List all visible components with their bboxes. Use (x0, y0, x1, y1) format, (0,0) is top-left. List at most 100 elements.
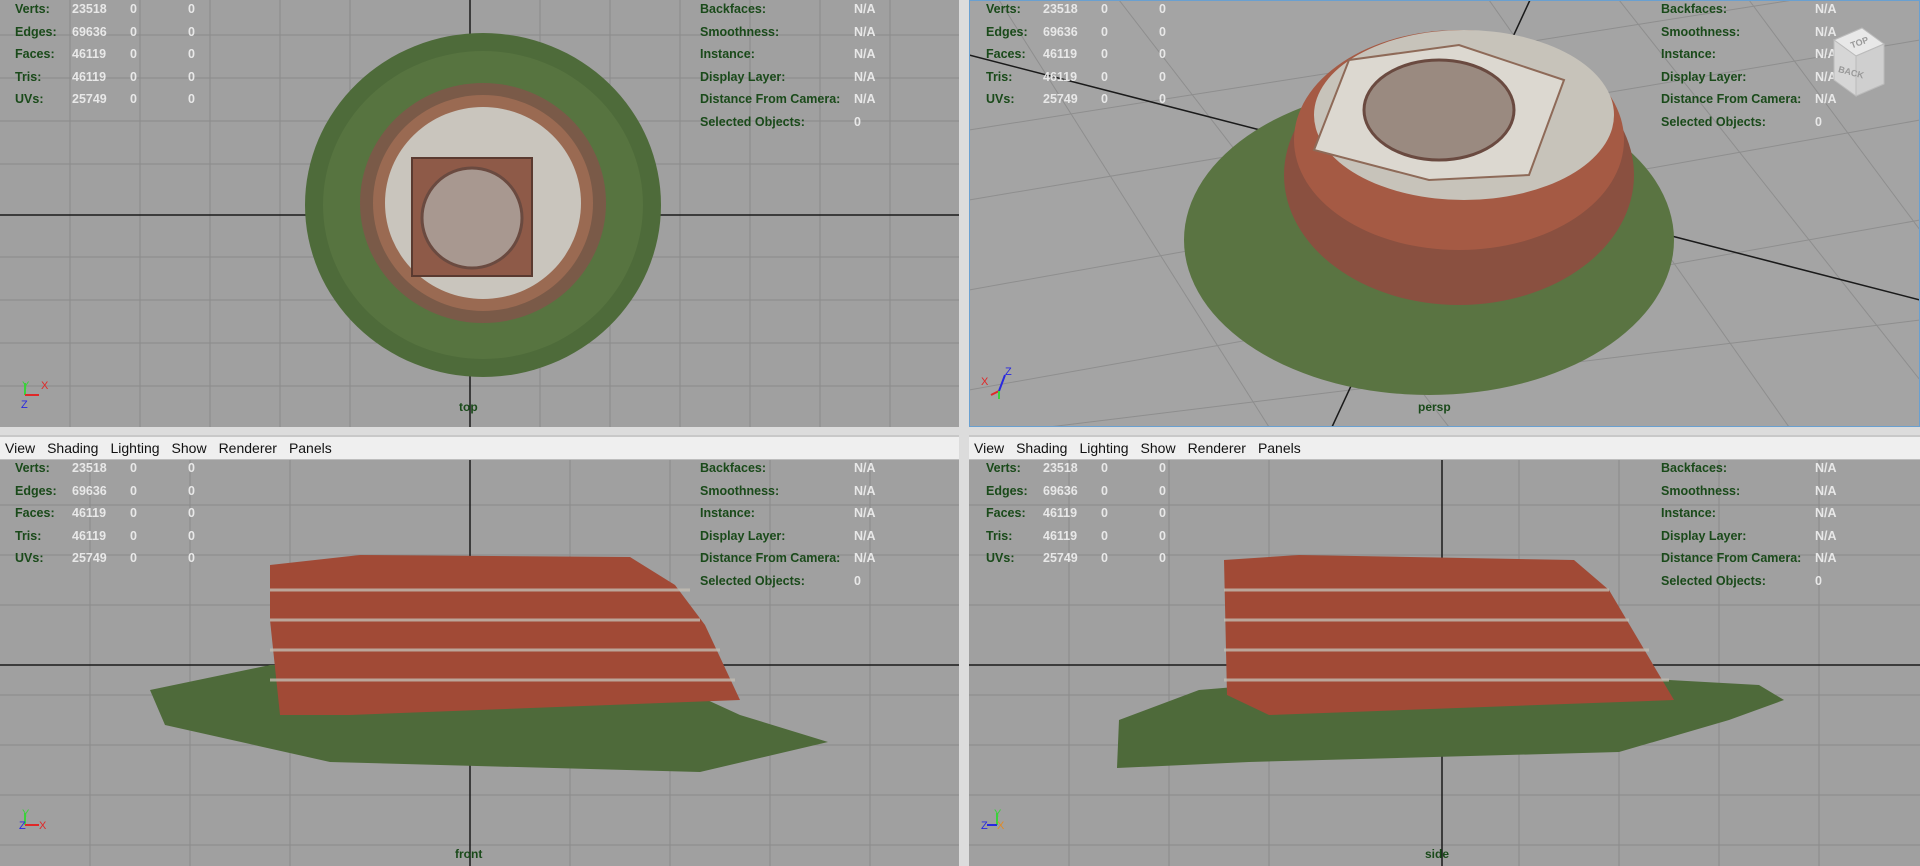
hud-info-row: Selected Objects: 0 (1661, 570, 1837, 593)
hud-info-front: Backfaces: N/A Smoothness: N/A Instance: N/A D… (700, 460, 876, 593)
hud-info-row: Backfaces: N/A (1661, 0, 1837, 21)
viewport-front[interactable]: Verts: 23518 0 0 Edges: 69636 0 0 Faces: 46119 0 0 T… (0, 460, 959, 866)
svg-text:X: X (981, 376, 989, 388)
hud-stat-row: Verts: 23518 0 0 (986, 0, 1189, 21)
camera-label-front: front (455, 847, 483, 861)
hud-stat-value: 0 (1101, 528, 1108, 543)
svg-text:Z: Z (19, 820, 26, 832)
hud-info-row: Selected Objects: 0 (700, 570, 876, 593)
hud-info-label: Selected Objects: (700, 114, 805, 129)
hud-stat-value: 69636 (1043, 483, 1078, 498)
hud-stat-value: 46119 (1043, 506, 1078, 521)
hud-stat-value: 0 (1159, 24, 1166, 39)
hud-stat-value: 25749 (72, 551, 107, 566)
hud-stat-value: 0 (1159, 551, 1166, 566)
hud-info-value: N/A (854, 528, 876, 543)
hud-stats-top: Verts: 23518 0 0 Edges: 69636 0 0 Faces: 46119 0 0 T… (15, 0, 218, 111)
hud-stat-value: 0 (1101, 551, 1108, 566)
hud-info-row: Instance: N/A (1661, 43, 1837, 66)
hud-info-value: N/A (1815, 528, 1837, 543)
menu-lighting[interactable]: Lighting (106, 440, 167, 456)
hud-stats-side: Verts: 23518 0 0 Edges: 69636 0 0 Faces: 46119 0 0 T… (986, 460, 1189, 570)
hud-stat-value: 0 (130, 551, 137, 566)
hud-stat-label: Verts: (15, 2, 50, 16)
hud-stat-value: 0 (188, 47, 195, 62)
hud-info-value: 0 (854, 114, 861, 129)
hud-stat-value: 0 (1101, 69, 1108, 84)
hud-stat-value: 0 (1159, 2, 1166, 16)
hud-stat-row: Edges: 69636 0 0 (15, 21, 218, 44)
hud-stat-row: Tris: 46119 0 0 (986, 66, 1189, 89)
hud-stat-value: 0 (130, 2, 137, 16)
hud-info-row: Backfaces: N/A (700, 0, 876, 21)
menu-shading[interactable]: Shading (1012, 440, 1075, 456)
hud-stat-value: 0 (130, 461, 137, 475)
hud-stat-value: 0 (130, 92, 137, 107)
hud-stat-value: 0 (130, 483, 137, 498)
hud-stat-value: 46119 (1043, 69, 1078, 84)
hud-info-value: N/A (1815, 551, 1837, 566)
menu-panels[interactable]: Panels (285, 440, 340, 456)
hud-info-value: 0 (1815, 573, 1822, 588)
hud-info-row: Distance From Camera: N/A (1661, 88, 1837, 111)
manhole-cover (420, 166, 524, 270)
hud-info-value: N/A (854, 69, 876, 84)
hud-info-row: Distance From Camera: N/A (1661, 547, 1837, 570)
hud-info-row: Display Layer: N/A (700, 66, 876, 89)
hud-info-row: Backfaces: N/A (1661, 460, 1837, 480)
hud-stat-value: 0 (1101, 2, 1108, 16)
menu-panels[interactable]: Panels (1254, 440, 1309, 456)
svg-text:Y: Y (22, 808, 30, 820)
svg-text:Z: Z (21, 399, 28, 411)
hud-stat-row: Tris: 46119 0 0 (15, 525, 218, 548)
hud-info-value: N/A (854, 461, 876, 475)
hud-info-label: Instance: (1661, 47, 1716, 62)
hud-stat-label: UVs: (15, 551, 44, 566)
hud-info-value: N/A (1815, 506, 1837, 521)
hud-info-row: Smoothness: N/A (1661, 480, 1837, 503)
viewport-side[interactable]: Verts: 23518 0 0 Edges: 69636 0 0 Faces: 46119 0 0 T… (969, 460, 1920, 866)
menu-show[interactable]: Show (168, 440, 215, 456)
hud-info-value: N/A (854, 24, 876, 39)
viewport-top[interactable]: Verts: 23518 0 0 Edges: 69636 0 0 Faces: 46119 0 0 T… (0, 0, 959, 427)
hud-stat-value: 0 (188, 24, 195, 39)
menu-view[interactable]: View (0, 440, 43, 456)
viewcube[interactable]: TOP BACK (1828, 22, 1888, 102)
hud-info-row: Backfaces: N/A (700, 460, 876, 480)
pane-separator-horizontal[interactable] (0, 427, 1920, 435)
hud-stat-value: 23518 (72, 461, 107, 475)
hud-stat-label: Edges: (15, 24, 57, 39)
hud-stat-value: 0 (1159, 528, 1166, 543)
hud-info-label: Display Layer: (1661, 528, 1747, 543)
hud-info-label: Backfaces: (700, 461, 767, 475)
hud-stat-value: 0 (1159, 483, 1166, 498)
hud-stat-label: Verts: (15, 461, 50, 475)
hud-stat-row: Edges: 69636 0 0 (986, 480, 1189, 503)
hud-info-row: Smoothness: N/A (700, 480, 876, 503)
axis-gizmo-top: Y X Z (21, 380, 49, 411)
hud-stat-value: 0 (188, 551, 195, 566)
hud-stat-value: 0 (188, 528, 195, 543)
hud-stat-label: Faces: (15, 506, 55, 521)
hud-stat-label: Tris: (15, 69, 42, 84)
hud-info-label: Backfaces: (1661, 461, 1728, 475)
hud-stat-label: Edges: (986, 483, 1028, 498)
hud-stat-value: 46119 (72, 47, 107, 62)
hud-stat-label: Faces: (986, 47, 1026, 62)
hud-stat-value: 0 (188, 2, 195, 16)
hud-stat-value: 0 (1101, 506, 1108, 521)
hud-stat-value: 25749 (72, 92, 107, 107)
menu-show[interactable]: Show (1137, 440, 1184, 456)
svg-text:X: X (39, 820, 47, 832)
menu-lighting[interactable]: Lighting (1075, 440, 1136, 456)
hud-stat-label: Verts: (986, 2, 1021, 16)
hud-stat-label: Faces: (15, 47, 55, 62)
menu-renderer[interactable]: Renderer (1184, 440, 1254, 456)
hud-stats-persp: Verts: 23518 0 0 Edges: 69636 0 0 Faces: 46119 0 0 T… (986, 0, 1189, 111)
menu-shading[interactable]: Shading (43, 440, 106, 456)
menu-view[interactable]: View (969, 440, 1012, 456)
hud-info-label: Selected Objects: (1661, 114, 1766, 129)
menu-renderer[interactable]: Renderer (215, 440, 285, 456)
hud-stat-row: Verts: 23518 0 0 (986, 460, 1189, 480)
viewport-persp[interactable]: Verts: 23518 0 0 Edges: 69636 0 0 Faces: 46119 0 0 T… (969, 0, 1920, 427)
